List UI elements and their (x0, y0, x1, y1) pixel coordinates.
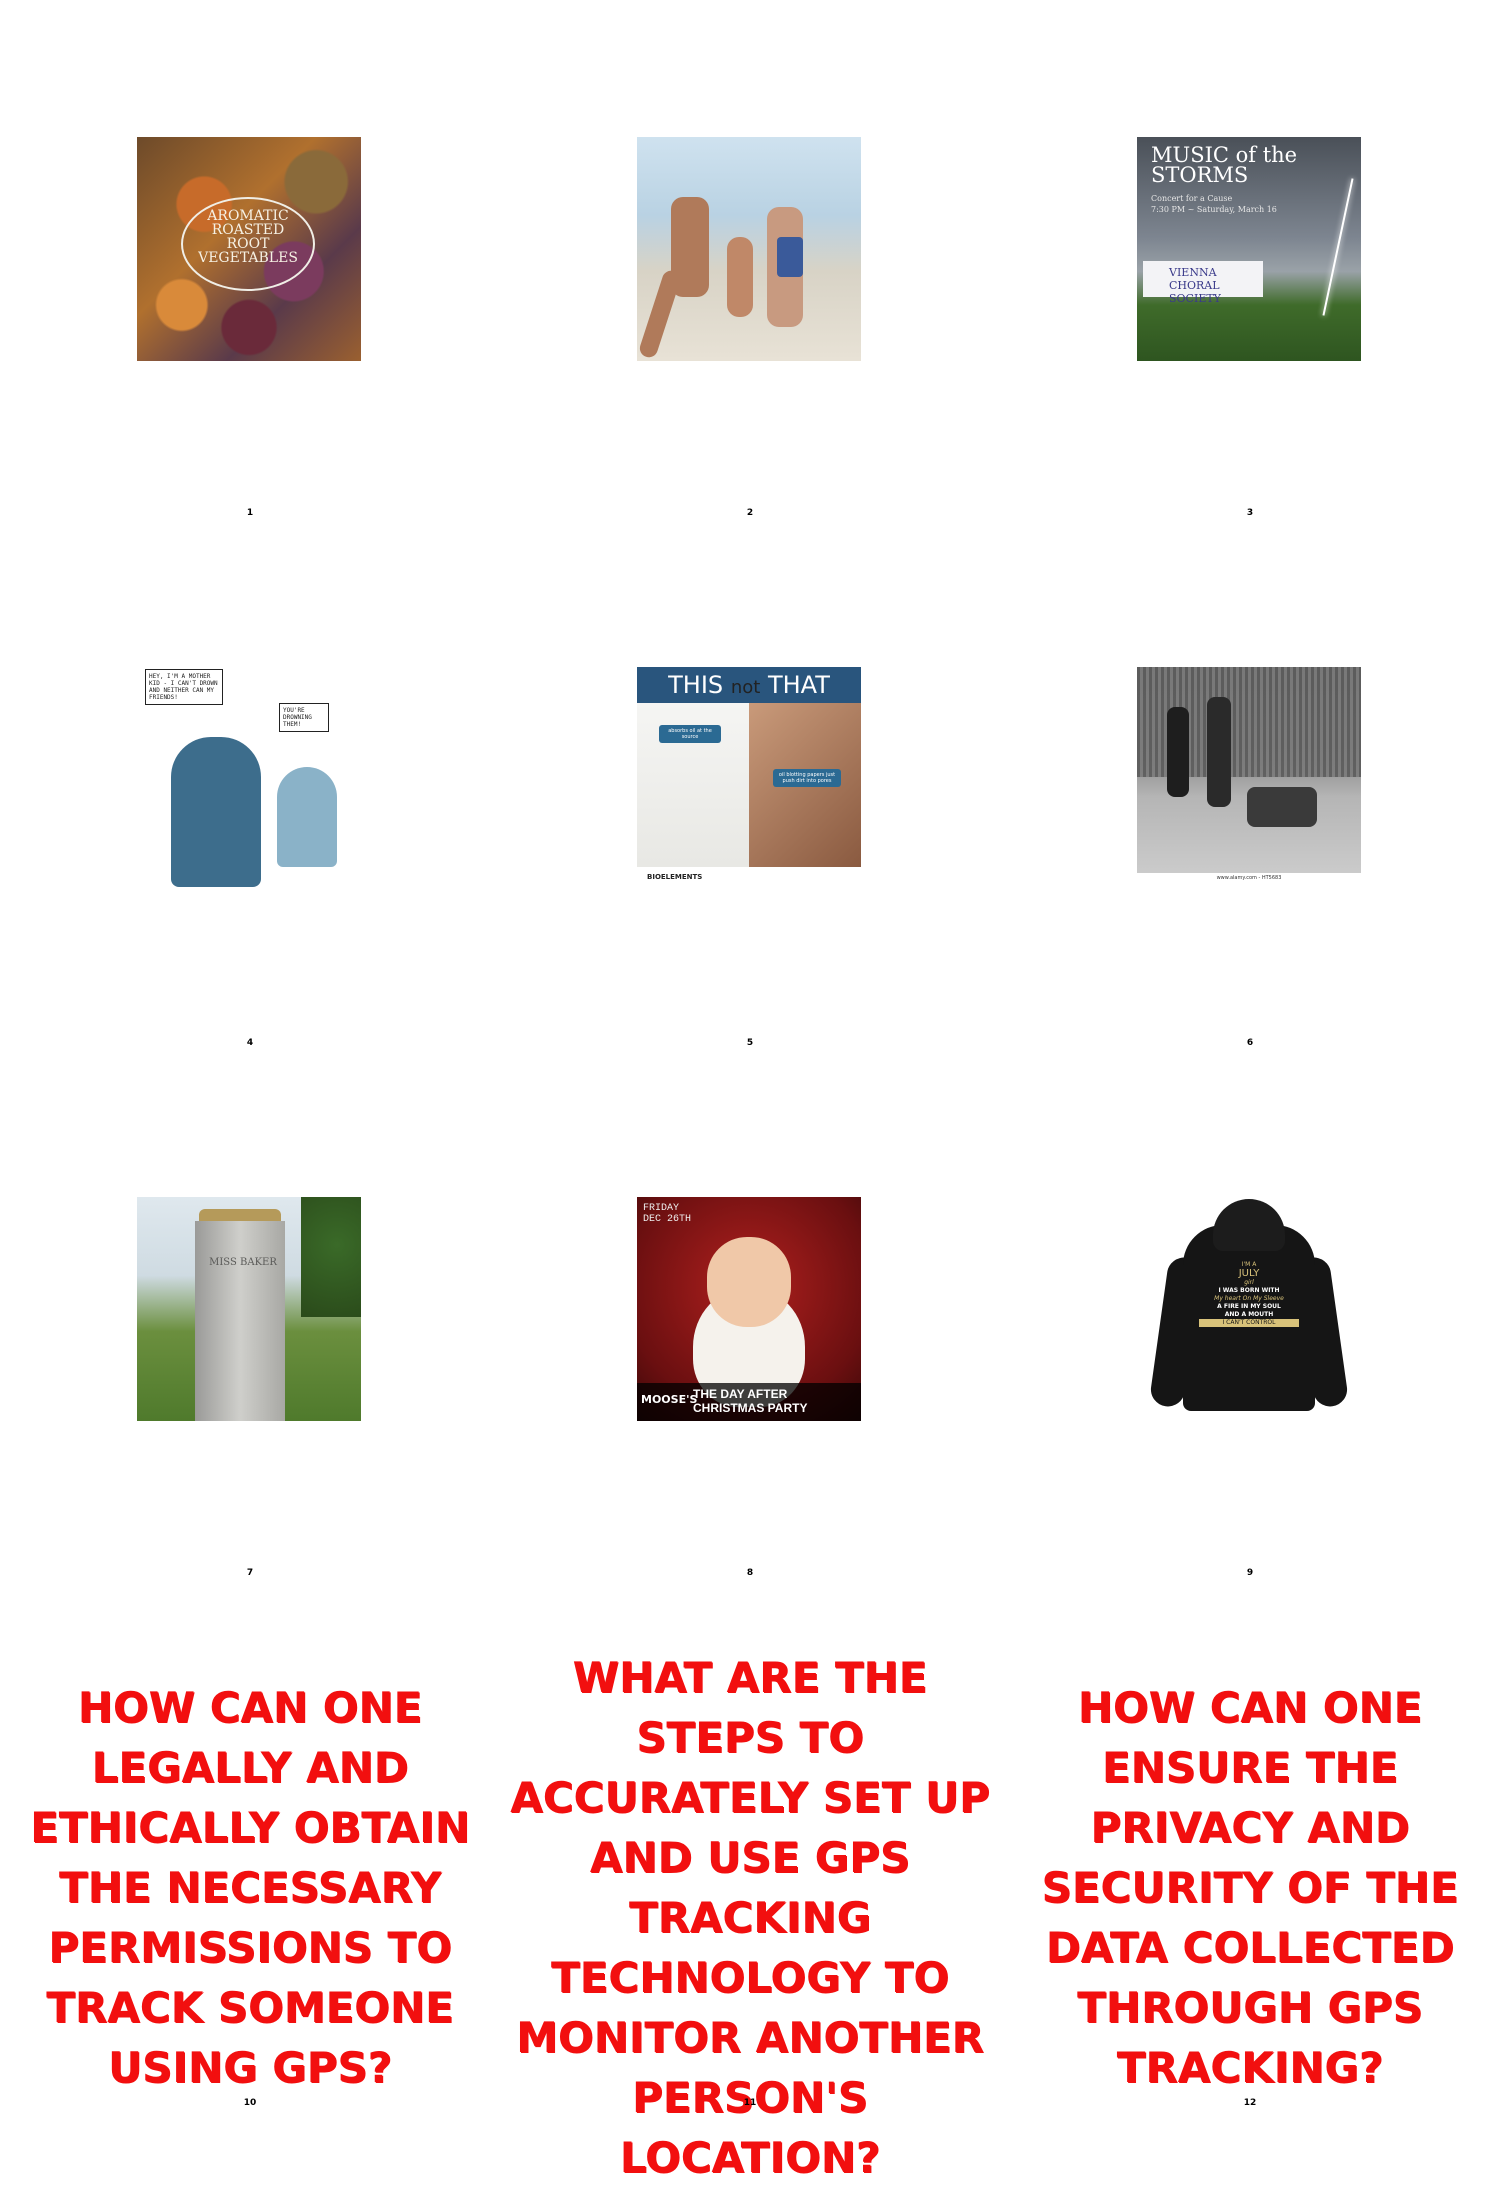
comic-figure-girl (277, 767, 337, 867)
grid-cell-8: FRIDAY DEC 26TH MOOSE'S THE DAY AFTER CH… (500, 1060, 1000, 1590)
cell-number: 1 (246, 508, 254, 518)
cell-number: 10 (243, 2098, 257, 2108)
cell-number: 12 (1243, 2098, 1257, 2108)
print-line: My heart On My Sleeve (1214, 1295, 1284, 1302)
hoodie-product-image: I'M A JULY girl I WAS BORN WITH My heart… (1137, 1197, 1361, 1421)
speech-bubble-right: YOU'RE DROWNING THEM! (279, 703, 329, 732)
print-line: I CAN'T CONTROL (1199, 1319, 1299, 1327)
poster-banner: VIENNA CHORAL SOCIETY (1143, 261, 1263, 305)
poster-brand: MOOSE'S (641, 1393, 698, 1406)
shorts (777, 237, 803, 277)
football-match-photo: www.alamy.com - HT5683 (1137, 667, 1361, 891)
grid-cell-6: www.alamy.com - HT5683 6 (1000, 530, 1500, 1060)
caption-line: AROMATIC (207, 208, 289, 224)
date-line: DEC 26TH (643, 1214, 692, 1225)
question-text: HOW CAN ONE LEGALLY AND ETHICALLY OBTAIN… (30, 1683, 470, 2092)
speech-bubble-left: HEY, I'M A MOTHER KID - I CAN'T DROWN AN… (145, 669, 223, 705)
grid-cell-12: HOW CAN ONE ENSURE THE PRIVACY AND SECUR… (1000, 1590, 1500, 2120)
poster-title-line: MUSIC of the (1151, 143, 1298, 167)
print-line: I WAS BORN WITH (1218, 1287, 1280, 1294)
lightning-bolt (1322, 178, 1354, 316)
poster-title-line: STORMS (1151, 163, 1249, 187)
player-figure (1167, 707, 1189, 797)
title-not: not (730, 677, 761, 698)
caption-line: ROASTED (211, 222, 285, 238)
cell-number: 6 (1246, 1038, 1254, 1048)
person-figure (727, 237, 753, 317)
player-figure (1247, 787, 1317, 827)
tree (301, 1197, 361, 1317)
grid-cell-5: THIS not THAT absorbs oil at the source … (500, 530, 1000, 1060)
poster-subtitle: Concert for a Cause 7:30 PM ~ Saturday, … (1151, 193, 1291, 215)
grid-cell-2: 2 (500, 0, 1000, 530)
title-that: THAT (767, 671, 830, 699)
print-line: A FIRE IN MY SOUL (1217, 1303, 1281, 1310)
hoodie-hood (1213, 1199, 1285, 1251)
poster-title: MUSIC of the STORMS (1151, 143, 1298, 187)
grid-cell-11: WHAT ARE THE STEPS TO ACCURATELY SET UP … (500, 1590, 1000, 2182)
poster-subtitle-line: Concert for a Cause (1151, 194, 1233, 203)
caption-line: ROOT (226, 236, 270, 252)
cell-number: 11 (743, 2098, 757, 2108)
cell-number: 2 (746, 508, 754, 518)
cell-number: 8 (746, 1568, 754, 1578)
santa-face (707, 1237, 791, 1327)
cell-number: 5 (746, 1038, 754, 1048)
poster-headline: THE DAY AFTER CHRISTMAS PARTY (693, 1387, 808, 1415)
caption-line: VEGETABLES (198, 250, 298, 266)
question-text: HOW CAN ONE ENSURE THE PRIVACY AND SECUR… (1041, 1683, 1459, 2092)
poster-date: 7:30 PM ~ Saturday, March 16 (1151, 205, 1277, 214)
ad-brand: BIOELEMENTS (647, 873, 703, 881)
food-caption: AROMATIC ROASTED ROOT VEGETABLES (181, 209, 315, 265)
comic-figure-boy (171, 737, 261, 887)
hoodie-print: I'M A JULY girl I WAS BORN WITH My heart… (1199, 1261, 1299, 1327)
christmas-party-poster: FRIDAY DEC 26TH MOOSE'S THE DAY AFTER CH… (637, 1197, 861, 1421)
cell-number: 4 (246, 1038, 254, 1048)
print-line: AND A MOUTH (1224, 1311, 1274, 1318)
banner-text: VIENNA CHORAL SOCIETY (1169, 266, 1221, 305)
grid-cell-9: I'M A JULY girl I WAS BORN WITH My heart… (1000, 1060, 1500, 1590)
ad-title: THIS not THAT (637, 671, 861, 699)
monument-photo: MISS BAKER (137, 1197, 361, 1421)
stone-pillar (195, 1221, 285, 1421)
ad-tag-left: absorbs oil at the source (659, 725, 721, 743)
grid-cell-3: MUSIC of the STORMS Concert for a Cause … (1000, 0, 1500, 530)
grid-cell-1: AROMATIC ROASTED ROOT VEGETABLES 1 (0, 0, 500, 530)
roasted-vegetables-image: AROMATIC ROASTED ROOT VEGETABLES (137, 137, 361, 361)
cell-number: 7 (246, 1568, 254, 1578)
inscription: MISS BAKER (209, 1257, 277, 1268)
grid-cell-7: MISS BAKER 7 (0, 1060, 500, 1590)
person-figure (637, 268, 683, 360)
comic-illustration: HEY, I'M A MOTHER KID - I CAN'T DROWN AN… (137, 667, 361, 891)
print-line: JULY (1238, 1268, 1260, 1279)
watermark: www.alamy.com - HT5683 (1216, 875, 1282, 881)
this-not-that-ad: THIS not THAT absorbs oil at the source … (637, 667, 861, 891)
grid-cell-10: HOW CAN ONE LEGALLY AND ETHICALLY OBTAIN… (0, 1590, 500, 2120)
print-line: girl (1244, 1279, 1254, 1286)
beach-family-image (637, 137, 861, 361)
date-line: FRIDAY (643, 1203, 680, 1214)
cell-number: 9 (1246, 1568, 1254, 1578)
title-this: THIS (668, 671, 724, 699)
cell-number: 3 (1246, 508, 1254, 518)
player-figure (1207, 697, 1231, 807)
poster-date: FRIDAY DEC 26TH (643, 1203, 691, 1225)
grid-cell-4: HEY, I'M A MOTHER KID - I CAN'T DROWN AN… (0, 530, 500, 1060)
ad-tag-right: oil blotting papers just push dirt into … (773, 769, 841, 787)
music-of-storms-poster: MUSIC of the STORMS Concert for a Cause … (1137, 137, 1361, 361)
